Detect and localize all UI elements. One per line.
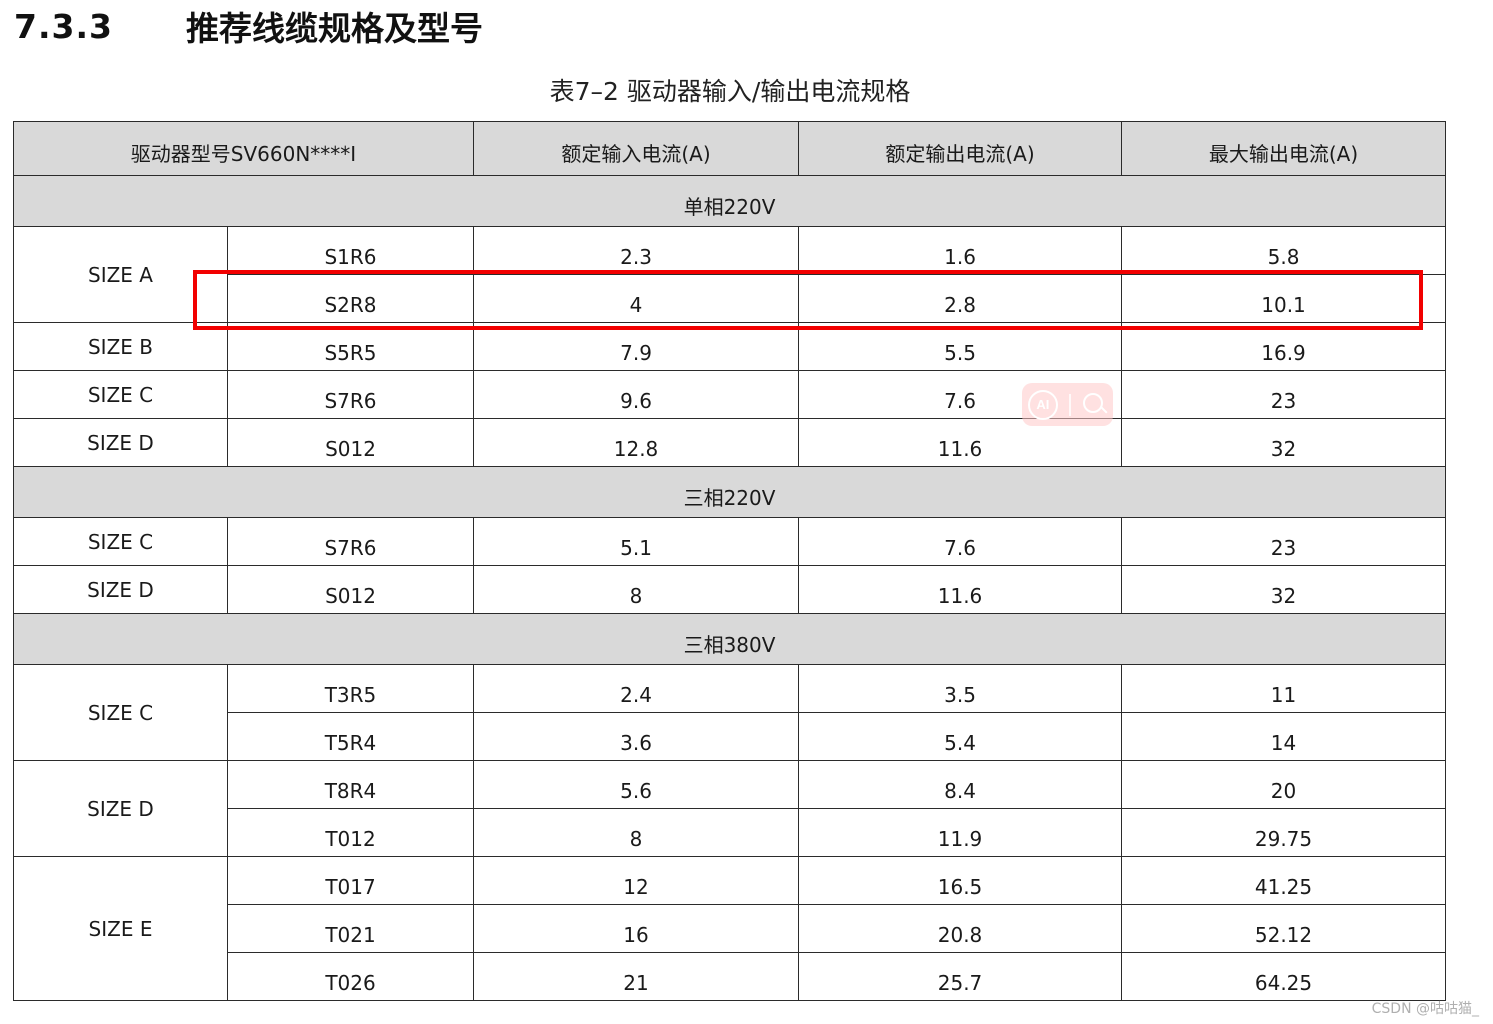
table-row: SIZE D S012 12.8 11.6 32 (13, 418, 1447, 467)
rated-input-cell: 5.6 (473, 760, 800, 809)
section-title: 推荐线缆规格及型号 (186, 9, 483, 48)
rated-output-cell: 11.9 (798, 808, 1123, 857)
max-output-cell: 29.75 (1121, 808, 1447, 857)
group-label: 三相380V (12, 613, 1447, 665)
model-cell: S012 (226, 565, 475, 614)
max-output-cell: 11 (1121, 664, 1447, 713)
size-cell: SIZE D (13, 760, 228, 857)
header-model: 驱动器型号SV660N****I (12, 121, 475, 176)
rated-input-cell: 12 (473, 856, 800, 905)
model-cell: T026 (226, 952, 475, 1001)
model-cell: S7R6 (226, 517, 475, 566)
widget-divider (1069, 393, 1072, 416)
model-cell: T8R4 (226, 760, 475, 809)
rated-output-cell: 1.6 (798, 226, 1123, 275)
group-row: 三相220V (12, 466, 1447, 518)
max-output-cell: 32 (1121, 418, 1447, 467)
table-row: T021 16 20.8 52.12 (14, 904, 1447, 953)
ai-icon[interactable]: AI (1027, 389, 1058, 420)
watermark: CSDN @咕咕猫_ (1371, 1001, 1479, 1017)
header-rated-output: 额定输出电流(A) (798, 121, 1123, 176)
header-row: 驱动器型号SV660N****I 额定输入电流(A) 额定输出电流(A) 最大输… (12, 121, 1447, 176)
table-caption: 表7–2 驱动器输入/输出电流规格 (549, 77, 911, 106)
current-spec-table: 驱动器型号SV660N****I 额定输入电流(A) 额定输出电流(A) 最大输… (12, 121, 1447, 1001)
size-cell: SIZE C (13, 664, 228, 761)
table-row: SIZE C S7R6 9.6 7.6 23 (13, 370, 1447, 419)
max-output-cell: 41.25 (1121, 856, 1447, 905)
model-cell: T3R5 (226, 664, 475, 713)
max-output-cell: 23 (1121, 370, 1447, 419)
rated-output-cell: 5.4 (798, 712, 1123, 761)
rated-input-cell: 8 (473, 565, 800, 614)
model-cell: T017 (226, 856, 475, 905)
max-output-cell: 23 (1121, 517, 1447, 566)
table-row: T012 8 11.9 29.75 (14, 808, 1447, 857)
max-output-cell: 64.25 (1121, 952, 1447, 1001)
table-row: T026 21 25.7 64.25 (14, 952, 1447, 1001)
model-cell: S1R6 (226, 226, 475, 275)
max-output-cell: 52.12 (1121, 904, 1447, 953)
group-row: 三相380V (12, 613, 1447, 665)
rated-output-cell: 16.5 (798, 856, 1123, 905)
group-row: 单相220V (12, 175, 1447, 227)
rated-output-cell: 3.5 (798, 664, 1123, 713)
table-row: SIZE D T8R4 5.6 8.4 20 (13, 760, 1447, 857)
rated-input-cell: 9.6 (473, 370, 800, 419)
model-cell: S012 (226, 418, 475, 467)
rated-input-cell: 3.6 (473, 712, 800, 761)
size-cell: SIZE C (13, 370, 228, 419)
ai-search-widget[interactable]: AI (1022, 383, 1113, 426)
size-cell: SIZE D (13, 418, 228, 467)
rated-output-cell: 8.4 (798, 760, 1123, 809)
rated-input-cell: 12.8 (473, 418, 800, 467)
table-row: SIZE D S012 8 11.6 32 (13, 565, 1447, 614)
model-cell: T5R4 (226, 712, 475, 761)
highlight-box (193, 270, 1423, 330)
table-row: SIZE A S1R6 2.3 1.6 5.8 (13, 226, 1447, 323)
search-icon[interactable] (1083, 392, 1107, 417)
size-cell: SIZE E (13, 856, 228, 1001)
section-heading: 7.3.3 推荐线缆规格及型号 (14, 2, 483, 50)
table-row: SIZE E T017 12 16.5 41.25 (13, 856, 1447, 1001)
max-output-cell: 20 (1121, 760, 1447, 809)
max-output-cell: 5.8 (1121, 226, 1447, 275)
rated-input-cell: 2.3 (473, 226, 800, 275)
model-cell: T021 (226, 904, 475, 953)
max-output-cell: 14 (1121, 712, 1447, 761)
rated-input-cell: 8 (473, 808, 800, 857)
table-body: 驱动器型号SV660N****I 额定输入电流(A) 额定输出电流(A) 最大输… (12, 121, 1447, 1001)
rated-input-cell: 5.1 (473, 517, 800, 566)
max-output-cell: 32 (1121, 565, 1447, 614)
rated-output-cell: 20.8 (798, 904, 1123, 953)
header-max-output: 最大输出电流(A) (1121, 121, 1447, 176)
header-rated-input: 额定输入电流(A) (473, 121, 800, 176)
group-label: 单相220V (12, 175, 1447, 227)
rated-input-cell: 2.4 (473, 664, 800, 713)
rated-input-cell: 16 (473, 904, 800, 953)
table-row: SIZE C S7R6 5.1 7.6 23 (13, 517, 1447, 566)
size-cell: SIZE D (13, 565, 228, 614)
rated-output-cell: 7.6 (798, 517, 1123, 566)
section-number: 7.3.3 (14, 6, 113, 46)
rated-output-cell: 11.6 (798, 565, 1123, 614)
table-row: SIZE C T3R5 2.4 3.5 11 (13, 664, 1447, 761)
rated-input-cell: 21 (473, 952, 800, 1001)
model-cell: T012 (226, 808, 475, 857)
rated-output-cell: 25.7 (798, 952, 1123, 1001)
model-cell: S7R6 (226, 370, 475, 419)
table-row: T5R4 3.6 5.4 14 (14, 712, 1447, 761)
group-label: 三相220V (12, 466, 1447, 518)
size-cell: SIZE C (13, 517, 228, 566)
